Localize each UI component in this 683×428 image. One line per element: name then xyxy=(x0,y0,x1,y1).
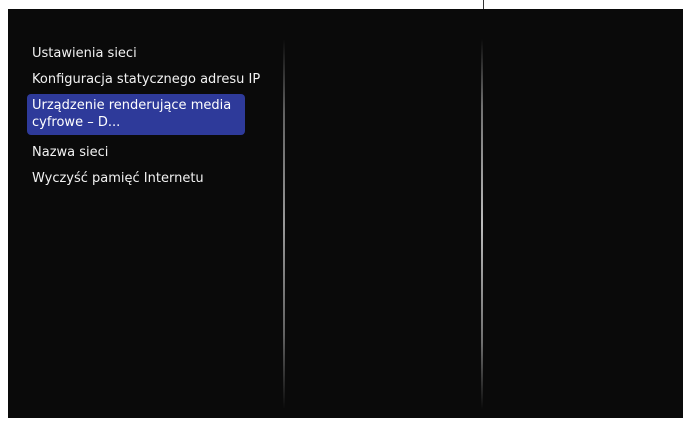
menu-item-static-ip-config[interactable]: Konfiguracja statycznego adresu IP xyxy=(27,71,267,88)
menu-item-digital-media-renderer[interactable]: Urządzenie renderujące media cyfrowe – D… xyxy=(27,94,245,135)
menu-item-label: Konfiguracja statycznego adresu IP xyxy=(32,72,261,87)
network-settings-menu: Ustawienia sieci Konfiguracja statyczneg… xyxy=(27,45,267,196)
page: Ustawienia sieci Konfiguracja statyczneg… xyxy=(0,0,683,428)
caption-tick-mark xyxy=(483,0,484,9)
menu-item-network-name[interactable]: Nazwa sieci xyxy=(27,144,267,161)
tv-settings-screen: Ustawienia sieci Konfiguracja statyczneg… xyxy=(8,9,683,418)
menu-item-label: Wyczyść pamięć Internetu xyxy=(32,171,204,186)
menu-item-network-settings[interactable]: Ustawienia sieci xyxy=(27,45,267,62)
column-divider-right xyxy=(481,39,483,409)
menu-item-label: Urządzenie renderujące media cyfrowe – D… xyxy=(32,98,232,130)
menu-item-clear-internet-memory[interactable]: Wyczyść pamięć Internetu xyxy=(27,170,267,187)
menu-item-label: Nazwa sieci xyxy=(32,145,109,160)
column-divider-left xyxy=(283,39,285,409)
menu-item-label: Ustawienia sieci xyxy=(32,46,137,61)
